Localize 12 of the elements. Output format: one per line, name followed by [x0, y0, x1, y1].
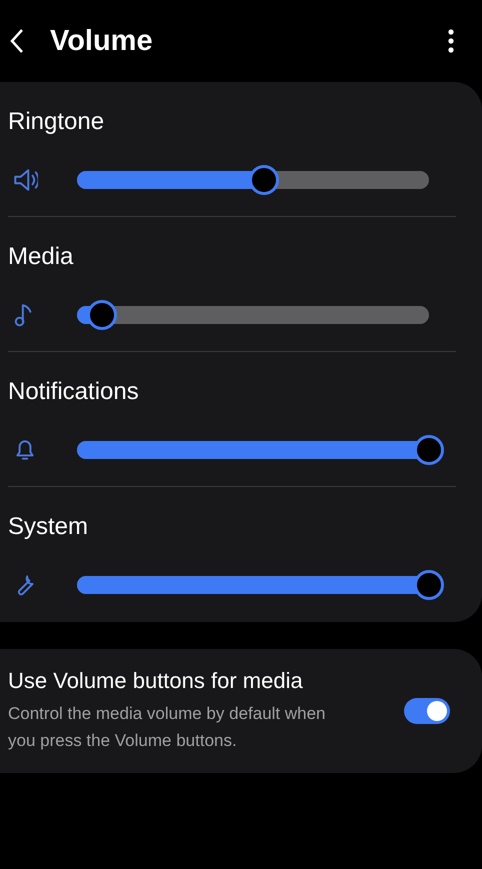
channel-label: Media	[8, 243, 74, 271]
slider-thumb[interactable]	[414, 435, 444, 465]
page-title: Volume	[50, 24, 154, 58]
slider-thumb[interactable]	[414, 570, 444, 600]
channel-label: Notifications	[8, 378, 139, 406]
speaker-icon	[12, 167, 38, 193]
toggle-switch[interactable]	[404, 698, 450, 724]
channel-label: System	[8, 513, 88, 541]
setting-description: Control the media volume by default when you press the Volume buttons.	[8, 703, 327, 752]
more-options-icon[interactable]	[448, 29, 454, 53]
setting-title: Use Volume buttons for media	[8, 668, 304, 694]
channel-label: Ringtone	[8, 108, 104, 136]
